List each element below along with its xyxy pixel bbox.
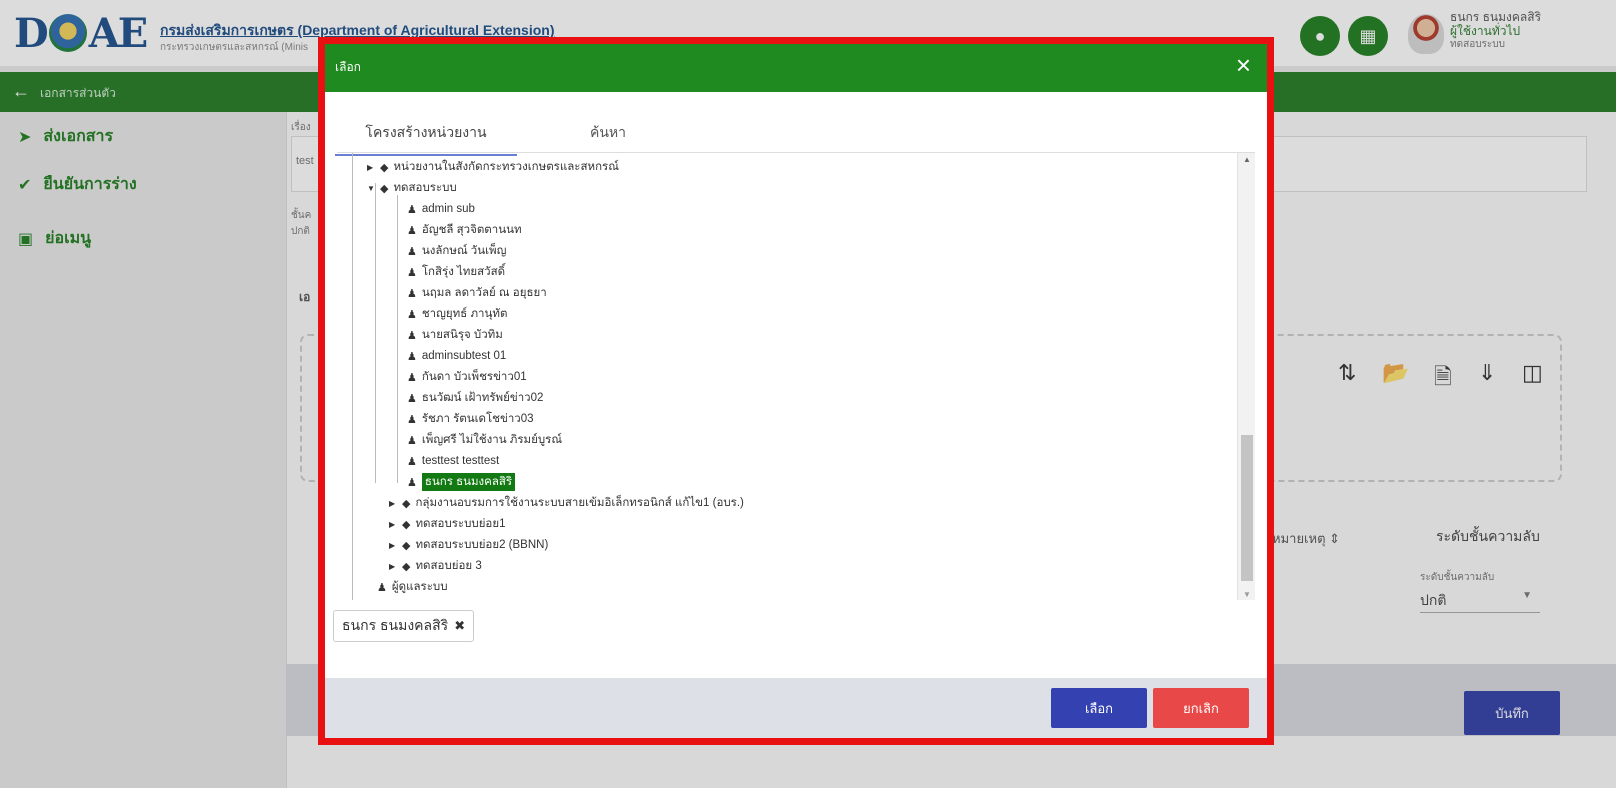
user-icon: ♟ — [407, 413, 417, 426]
tree-node-label: ทดสอบระบบ — [393, 182, 457, 194]
modal-footer: เลือก ยกเลิก — [325, 678, 1267, 738]
user-icon: ♟ — [407, 455, 417, 468]
tree-node-user[interactable]: ♟ กันดา บัวเพ็ชรข่าว01 — [407, 367, 527, 387]
user-icon: ♟ — [407, 476, 417, 489]
user-icon: ♟ — [407, 203, 417, 216]
tree-node-label: อัญชลี สุวจิตตานนท — [421, 224, 522, 236]
caret-right-icon[interactable]: ▶ — [389, 541, 397, 550]
tree-node-label: testtest testtest — [421, 455, 500, 467]
tree-node-label: ผู้ดูแลระบบ — [391, 581, 448, 593]
cancel-button[interactable]: ยกเลิก — [1153, 688, 1249, 728]
tag-icon: ◆ — [402, 518, 411, 531]
tree-node-label: กลุ่มงานอบรมการใช้งานระบบสายเข้มอิเล็กทร… — [415, 497, 744, 509]
scroll-up-icon[interactable]: ▲ — [1243, 155, 1251, 164]
tree-node-label: นายสนิรุจ บัวทิม — [421, 329, 503, 341]
tree-guide-line — [375, 183, 376, 483]
tree-node-user[interactable]: ♟ adminsubtest 01 — [407, 346, 506, 366]
remove-icon[interactable]: ✖ — [454, 618, 465, 634]
user-icon: ♟ — [407, 434, 417, 447]
tree-node-label: ธนวัฒน์ เฝ้าทรัพย์ข่าว02 — [421, 392, 544, 404]
scrollbar-thumb[interactable] — [1241, 435, 1253, 581]
tree-node-user[interactable]: ♟ รัชภา รัตนเดโชข่าว03 — [407, 409, 534, 429]
tree-scrollbar[interactable]: ▲ ▼ — [1237, 153, 1255, 600]
tree-node-user[interactable]: ♟ ธนวัฒน์ เฝ้าทรัพย์ข่าว02 — [407, 388, 543, 408]
tree-node-label: adminsubtest 01 — [421, 350, 507, 362]
tree-node-label: ธนกร ธนมงคลสิริ — [421, 473, 516, 491]
tree-node-group[interactable]: ▶ ◆ หน่วยงานในสังกัดกระทรวงเกษตรและสหกรณ์ — [367, 157, 619, 177]
user-icon: ♟ — [407, 245, 417, 258]
tree-node-user[interactable]: ♟ นงลักษณ์ วันเพ็ญ — [407, 241, 506, 261]
tag-icon: ◆ — [380, 182, 389, 195]
caret-right-icon[interactable]: ▶ — [389, 499, 397, 508]
user-icon: ♟ — [407, 266, 417, 279]
user-icon: ♟ — [407, 350, 417, 363]
tree-node-label: เพ็ญศรี ไม่ใช้งาน ภิรมย์บูรณ์ — [421, 434, 562, 446]
tree-node-label: ทดสอบระบบย่อย1 — [415, 518, 506, 530]
tree-node-label: ชาญยุทธ์ ภานุทัต — [421, 308, 508, 320]
tree-node-label: หน่วยงานในสังกัดกระทรวงเกษตรและสหกรณ์ — [393, 161, 619, 173]
tree-guide-line — [352, 153, 353, 600]
selected-recipient-chip: ธนกร ธนมงคลสิริ ✖ — [333, 610, 475, 642]
tree-node-label: นงลักษณ์ วันเพ็ญ — [421, 245, 507, 257]
tree-guide-line — [397, 195, 398, 483]
tree-node-label: กันดา บัวเพ็ชรข่าว01 — [421, 371, 527, 383]
tree-node-user[interactable]: ♟ ผู้ดูแลระบบ — [377, 577, 448, 597]
caret-down-icon[interactable]: ▼ — [367, 184, 375, 193]
org-tree: ▶ ◆ หน่วยงานในสังกัดกระทรวงเกษตรและสหกรณ์ ▼… — [337, 152, 1255, 600]
tree-node-label: admin sub — [421, 203, 475, 215]
tree-node-user[interactable]: ♟ อัญชลี สุวจิตตานนท — [407, 220, 522, 240]
tag-icon: ◆ — [402, 497, 411, 510]
user-icon: ♟ — [407, 392, 417, 405]
user-icon: ♟ — [407, 308, 417, 321]
tab-org-structure[interactable]: โครงสร้างหน่วยงาน — [335, 114, 517, 156]
tree-node-user[interactable]: ♟ ธนกร ธนมงคลสิริ — [407, 472, 516, 492]
chip-label: ธนกร ธนมงคลสิริ — [342, 617, 449, 633]
close-icon[interactable]: × — [1236, 52, 1251, 78]
tree-node-label: นฤมล ลดาวัลย์ ณ อยุธยา — [421, 287, 547, 299]
modal-header: เลือก × — [325, 44, 1267, 92]
tree-node-label: รัชภา รัตนเดโชข่าว03 — [421, 413, 534, 425]
tree-node-group[interactable]: ▶ ◆ ทดสอบระบบย่อย1 — [389, 514, 505, 534]
user-icon: ♟ — [407, 224, 417, 237]
tree-node-user[interactable]: ♟ admin sub — [407, 199, 475, 219]
tree-node-user[interactable]: ♟ โกสิรุ่ง ไทยสวัสดิ์ — [407, 262, 505, 282]
select-recipient-modal: เลือก × โครงสร้างหน่วยงาน ค้นหา ▶ ◆ หน่วยง… — [318, 37, 1274, 745]
tree-node-label: ทดสอบย่อย 3 — [415, 560, 482, 572]
tag-icon: ◆ — [380, 161, 389, 174]
scroll-down-icon[interactable]: ▼ — [1243, 590, 1251, 599]
tree-node-group[interactable]: ▼ ◆ ทดสอบระบบ — [367, 178, 457, 198]
modal-title: เลือก — [335, 60, 361, 74]
user-icon: ♟ — [407, 371, 417, 384]
user-icon: ♟ — [407, 329, 417, 342]
tag-icon: ◆ — [402, 539, 411, 552]
tree-node-group[interactable]: ▶ ◆ กลุ่มงานอบรมการใช้งานระบบสายเข้มอิเล็ก… — [389, 493, 744, 513]
tree-node-group[interactable]: ▶ ◆ ทดสอบระบบย่อย2 (BBNN) — [389, 535, 548, 555]
tree-node-label: โกสิรุ่ง ไทยสวัสดิ์ — [421, 266, 506, 278]
tab-search[interactable]: ค้นหา — [517, 114, 699, 156]
caret-right-icon[interactable]: ▶ — [389, 520, 397, 529]
tree-node-user[interactable]: ♟ นฤมล ลดาวัลย์ ณ อยุธยา — [407, 283, 547, 303]
tree-node-user[interactable]: ♟ ชาญยุทธ์ ภานุทัต — [407, 304, 507, 324]
tree-node-label: ทดสอบระบบย่อย2 (BBNN) — [415, 539, 549, 551]
org-tree-content: ▶ ◆ หน่วยงานในสังกัดกระทรวงเกษตรและสหกรณ์ ▼… — [337, 153, 1237, 600]
tree-node-group[interactable]: ▶ ◆ ทดสอบย่อย 3 — [389, 556, 482, 576]
modal-tabs: โครงสร้างหน่วยงาน ค้นหา — [335, 114, 699, 156]
caret-right-icon[interactable]: ▶ — [367, 163, 375, 172]
caret-right-icon[interactable]: ▶ — [389, 562, 397, 571]
user-icon: ♟ — [377, 581, 387, 594]
select-button[interactable]: เลือก — [1051, 688, 1147, 728]
tree-node-user[interactable]: ♟ นายสนิรุจ บัวทิม — [407, 325, 503, 345]
tag-icon: ◆ — [402, 560, 411, 573]
tree-node-user[interactable]: ♟ testtest testtest — [407, 451, 499, 471]
user-icon: ♟ — [407, 287, 417, 300]
tree-node-user[interactable]: ♟ เพ็ญศรี ไม่ใช้งาน ภิรมย์บูรณ์ — [407, 430, 562, 450]
